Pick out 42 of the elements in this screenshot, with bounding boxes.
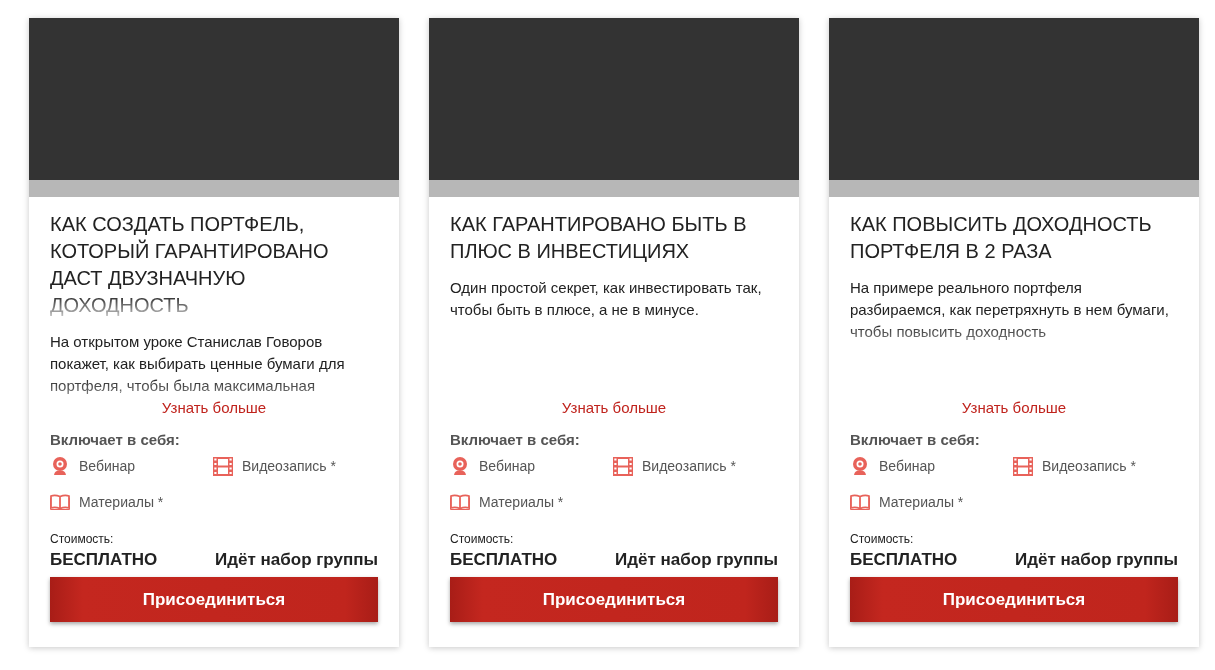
join-button[interactable]: Присоединиться <box>450 577 778 622</box>
learn-more-link[interactable]: Узнать больше <box>561 399 667 416</box>
course-description: На примере реального портфеля разбираемся, как перетряхнуть в нем бумаги, чтобы повысить доходность <box>850 278 1170 342</box>
join-button[interactable]: Присоединиться <box>50 577 378 622</box>
book-icon <box>450 494 470 510</box>
film-icon <box>613 456 633 476</box>
includes-heading: Включает в себя: <box>450 431 581 448</box>
price-label: Стоимость: <box>50 532 115 546</box>
price-text: БЕСПЛАТНО <box>50 550 158 570</box>
status-text: Идёт набор группы <box>215 550 378 570</box>
course-description: Один простой секрет, как инвестировать так, чтобы быть в плюсе, а не в минусе. <box>450 278 763 320</box>
included-item-label: Вебинар <box>879 458 936 474</box>
webcam-icon <box>851 456 869 476</box>
course-title: КАК ПОВЫСИТЬ ДОХОДНОСТЬ ПОРТФЕЛЯ В 2 РАЗА <box>850 212 1153 264</box>
film-icon <box>213 456 233 476</box>
status-text: Идёт набор группы <box>615 550 778 570</box>
learn-more-link[interactable]: Узнать больше <box>961 399 1067 416</box>
status-text: Идёт набор группы <box>1015 550 1178 570</box>
included-item-label: Видеозапись * <box>642 458 736 474</box>
includes-heading: Включает в себя: <box>850 431 981 448</box>
film-icon <box>1013 456 1033 476</box>
join-button[interactable]: Присоединиться <box>850 577 1178 622</box>
book-icon <box>50 494 70 510</box>
webcam-icon <box>51 456 69 476</box>
included-item-label: Видеозапись * <box>1042 458 1136 474</box>
course-title: КАК СОЗДАТЬ ПОРТФЕЛЬ, КОТОРЫЙ ГАРАНТИРОВАНО ДАСТ ДВУЗНАЧНУЮ ДОХОДНОСТЬ <box>50 212 330 318</box>
includes-heading: Включает в себя: <box>50 431 181 448</box>
webcam-icon <box>451 456 469 476</box>
included-item-label: Материалы * <box>879 494 964 510</box>
price-label: Стоимость: <box>450 532 515 546</box>
price-text: БЕСПЛАТНО <box>850 550 958 570</box>
included-item-label: Вебинар <box>479 458 536 474</box>
course-title: КАК ГАРАНТИРОВАНО БЫТЬ В ПЛЮС В ИНВЕСТИЦИЯХ <box>450 212 748 264</box>
included-item-label: Материалы * <box>79 494 164 510</box>
included-item-label: Материалы * <box>479 494 564 510</box>
included-item-label: Видеозапись * <box>242 458 336 474</box>
included-item-label: Вебинар <box>79 458 136 474</box>
price-label: Стоимость: <box>850 532 915 546</box>
learn-more-link[interactable]: Узнать больше <box>161 399 267 416</box>
course-description: На открытом уроке Станислав Говоров покажет, как выбирать ценные бумаги для портфеля, чтобы была максимальная <box>50 332 346 396</box>
price-text: БЕСПЛАТНО <box>450 550 558 570</box>
book-icon <box>850 494 870 510</box>
